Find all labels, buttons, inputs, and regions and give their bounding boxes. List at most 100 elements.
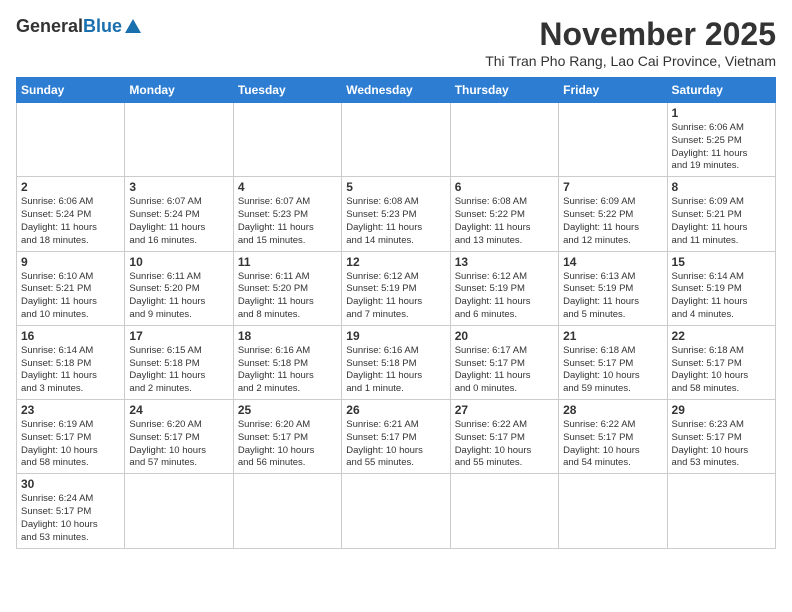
day-info: Sunrise: 6:21 AM Sunset: 5:17 PM Dayligh… (346, 419, 445, 470)
calendar-cell: 19 Sunrise: 6:16 AM Sunset: 5:18 PM Dayli… (342, 325, 450, 399)
calendar-cell: 1Sunrise: 6:06 AM Sunset: 5:25 PM Daylig… (667, 103, 775, 177)
day-number: 15 (672, 255, 771, 269)
calendar-cell: 24 Sunrise: 6:20 AM Sunset: 5:17 PM Dayli… (125, 400, 233, 474)
calendar-cell: 20 Sunrise: 6:17 AM Sunset: 5:17 PM Dayli… (450, 325, 558, 399)
day-number: 25 (238, 403, 337, 417)
day-info: Sunrise: 6:07 AM Sunset: 5:24 PM Dayligh… (129, 196, 228, 247)
day-number: 3 (129, 180, 228, 194)
day-info: Sunrise: 6:12 AM Sunset: 5:19 PM Dayligh… (455, 271, 554, 322)
day-info: Sunrise: 6:06 AM Sunset: 5:25 PM Dayligh… (672, 122, 771, 173)
calendar-cell: 23Sunrise: 6:19 AM Sunset: 5:17 PM Dayli… (17, 400, 125, 474)
day-info: Sunrise: 6:18 AM Sunset: 5:17 PM Dayligh… (563, 345, 662, 396)
calendar-cell: 2 Sunrise: 6:06 AM Sunset: 5:24 PM Daylig… (17, 177, 125, 251)
calendar-cell (450, 474, 558, 548)
day-number: 6 (455, 180, 554, 194)
day-number: 29 (672, 403, 771, 417)
day-info: Sunrise: 6:09 AM Sunset: 5:21 PM Dayligh… (672, 196, 771, 247)
day-number: 18 (238, 329, 337, 343)
day-number: 24 (129, 403, 228, 417)
day-number: 5 (346, 180, 445, 194)
day-info: Sunrise: 6:24 AM Sunset: 5:17 PM Dayligh… (21, 493, 120, 544)
logo-general: General (16, 16, 83, 37)
day-number: 20 (455, 329, 554, 343)
day-info: Sunrise: 6:23 AM Sunset: 5:17 PM Dayligh… (672, 419, 771, 470)
day-number: 11 (238, 255, 337, 269)
calendar-cell: 22 Sunrise: 6:18 AM Sunset: 5:17 PM Dayli… (667, 325, 775, 399)
day-info: Sunrise: 6:10 AM Sunset: 5:21 PM Dayligh… (21, 271, 120, 322)
calendar-cell: 17 Sunrise: 6:15 AM Sunset: 5:18 PM Dayli… (125, 325, 233, 399)
weekday-header-row: SundayMondayTuesdayWednesdayThursdayFrid… (17, 78, 776, 103)
day-number: 2 (21, 180, 120, 194)
calendar-cell: 3 Sunrise: 6:07 AM Sunset: 5:24 PM Daylig… (125, 177, 233, 251)
day-info: Sunrise: 6:07 AM Sunset: 5:23 PM Dayligh… (238, 196, 337, 247)
day-info: Sunrise: 6:13 AM Sunset: 5:19 PM Dayligh… (563, 271, 662, 322)
month-title: November 2025 (485, 16, 776, 53)
day-info: Sunrise: 6:11 AM Sunset: 5:20 PM Dayligh… (238, 271, 337, 322)
calendar-week-row: 2 Sunrise: 6:06 AM Sunset: 5:24 PM Daylig… (17, 177, 776, 251)
day-info: Sunrise: 6:22 AM Sunset: 5:17 PM Dayligh… (455, 419, 554, 470)
calendar-cell: 15 Sunrise: 6:14 AM Sunset: 5:19 PM Dayli… (667, 251, 775, 325)
calendar-cell (342, 474, 450, 548)
day-info: Sunrise: 6:22 AM Sunset: 5:17 PM Dayligh… (563, 419, 662, 470)
calendar-cell: 21 Sunrise: 6:18 AM Sunset: 5:17 PM Dayli… (559, 325, 667, 399)
day-info: Sunrise: 6:11 AM Sunset: 5:20 PM Dayligh… (129, 271, 228, 322)
day-info: Sunrise: 6:12 AM Sunset: 5:19 PM Dayligh… (346, 271, 445, 322)
weekday-sunday: Sunday (17, 78, 125, 103)
calendar-cell: 25Sunrise: 6:20 AM Sunset: 5:17 PM Dayli… (233, 400, 341, 474)
calendar-cell (559, 474, 667, 548)
calendar-week-row: 16Sunrise: 6:14 AM Sunset: 5:18 PM Dayli… (17, 325, 776, 399)
day-info: Sunrise: 6:09 AM Sunset: 5:22 PM Dayligh… (563, 196, 662, 247)
calendar-cell (233, 474, 341, 548)
calendar-cell: 7Sunrise: 6:09 AM Sunset: 5:22 PM Daylig… (559, 177, 667, 251)
day-info: Sunrise: 6:16 AM Sunset: 5:18 PM Dayligh… (346, 345, 445, 396)
day-number: 9 (21, 255, 120, 269)
day-number: 10 (129, 255, 228, 269)
calendar-week-row: 1Sunrise: 6:06 AM Sunset: 5:25 PM Daylig… (17, 103, 776, 177)
day-number: 12 (346, 255, 445, 269)
calendar-table: SundayMondayTuesdayWednesdayThursdayFrid… (16, 77, 776, 549)
day-info: Sunrise: 6:14 AM Sunset: 5:18 PM Dayligh… (21, 345, 120, 396)
calendar-cell: 16Sunrise: 6:14 AM Sunset: 5:18 PM Dayli… (17, 325, 125, 399)
location-subtitle: Thi Tran Pho Rang, Lao Cai Province, Vie… (485, 53, 776, 69)
logo-blue: Blue (83, 16, 122, 37)
day-number: 17 (129, 329, 228, 343)
day-number: 21 (563, 329, 662, 343)
logo: General Blue (16, 16, 142, 37)
calendar-cell: 11 Sunrise: 6:11 AM Sunset: 5:20 PM Dayli… (233, 251, 341, 325)
calendar-cell (17, 103, 125, 177)
weekday-wednesday: Wednesday (342, 78, 450, 103)
day-number: 22 (672, 329, 771, 343)
calendar-cell (559, 103, 667, 177)
day-number: 28 (563, 403, 662, 417)
day-info: Sunrise: 6:18 AM Sunset: 5:17 PM Dayligh… (672, 345, 771, 396)
day-number: 30 (21, 477, 120, 491)
day-number: 27 (455, 403, 554, 417)
day-info: Sunrise: 6:20 AM Sunset: 5:17 PM Dayligh… (129, 419, 228, 470)
day-number: 8 (672, 180, 771, 194)
title-section: November 2025 Thi Tran Pho Rang, Lao Cai… (485, 16, 776, 69)
calendar-week-row: 30 Sunrise: 6:24 AM Sunset: 5:17 PM Dayli… (17, 474, 776, 548)
day-info: Sunrise: 6:08 AM Sunset: 5:22 PM Dayligh… (455, 196, 554, 247)
weekday-monday: Monday (125, 78, 233, 103)
calendar-cell: 29 Sunrise: 6:23 AM Sunset: 5:17 PM Dayli… (667, 400, 775, 474)
calendar-week-row: 9 Sunrise: 6:10 AM Sunset: 5:21 PM Daylig… (17, 251, 776, 325)
calendar-cell (667, 474, 775, 548)
calendar-cell: 27 Sunrise: 6:22 AM Sunset: 5:17 PM Dayli… (450, 400, 558, 474)
day-number: 4 (238, 180, 337, 194)
calendar-cell: 5Sunrise: 6:08 AM Sunset: 5:23 PM Daylig… (342, 177, 450, 251)
calendar-cell: 9 Sunrise: 6:10 AM Sunset: 5:21 PM Daylig… (17, 251, 125, 325)
logo-icon (124, 17, 142, 35)
calendar-cell: 26Sunrise: 6:21 AM Sunset: 5:17 PM Dayli… (342, 400, 450, 474)
day-info: Sunrise: 6:14 AM Sunset: 5:19 PM Dayligh… (672, 271, 771, 322)
calendar-cell (125, 474, 233, 548)
calendar-cell: 30 Sunrise: 6:24 AM Sunset: 5:17 PM Dayli… (17, 474, 125, 548)
day-info: Sunrise: 6:06 AM Sunset: 5:24 PM Dayligh… (21, 196, 120, 247)
weekday-tuesday: Tuesday (233, 78, 341, 103)
day-info: Sunrise: 6:15 AM Sunset: 5:18 PM Dayligh… (129, 345, 228, 396)
day-info: Sunrise: 6:16 AM Sunset: 5:18 PM Dayligh… (238, 345, 337, 396)
calendar-cell (450, 103, 558, 177)
calendar-cell: 12 Sunrise: 6:12 AM Sunset: 5:19 PM Dayli… (342, 251, 450, 325)
day-number: 19 (346, 329, 445, 343)
day-info: Sunrise: 6:17 AM Sunset: 5:17 PM Dayligh… (455, 345, 554, 396)
day-number: 14 (563, 255, 662, 269)
